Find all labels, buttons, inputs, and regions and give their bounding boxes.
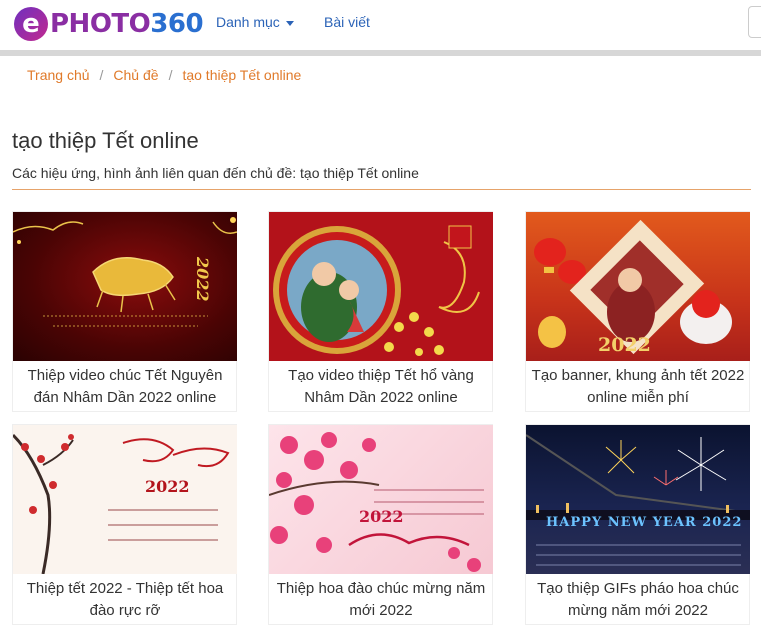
- nav-posts-link[interactable]: Bài viết: [324, 14, 370, 30]
- logo-text-number: 360: [150, 9, 204, 39]
- breadcrumb-separator: /: [168, 67, 173, 83]
- logo-text: PHOTO360: [50, 9, 204, 39]
- caret-down-icon: [285, 20, 294, 26]
- effect-card[interactable]: 2022 Thiệp hoa đào chúc mừng năm mới 202…: [268, 424, 493, 625]
- navbar-border: [0, 50, 761, 56]
- page-description: Các hiệu ứng, hình ảnh liên quan đến chủ…: [12, 165, 419, 181]
- logo-e-icon: e: [14, 7, 48, 41]
- breadcrumb-topics[interactable]: Chủ đề: [113, 67, 158, 83]
- thumbnail-art-icon: [269, 432, 484, 572]
- effect-card[interactable]: 2022 Tạo banner, khung ảnh tết 2022 onli…: [525, 211, 750, 412]
- breadcrumb-current[interactable]: tạo thiệp Tết online: [182, 67, 301, 83]
- card-title[interactable]: Tạo video thiệp Tết hổ vàng Nhâm Dần 202…: [273, 365, 489, 409]
- breadcrumb: Trang chủ / Chủ đề / tạo thiệp Tết onlin…: [27, 67, 301, 83]
- nav-categories-dropdown[interactable]: Danh mục: [216, 14, 294, 30]
- thumbnail-year: 2022: [145, 477, 190, 496]
- logo-text-photo: PHOTO: [50, 9, 151, 39]
- page-title: tạo thiệp Tết online: [12, 128, 199, 153]
- thumbnail-year: 2022: [598, 334, 651, 356]
- thumbnail-art-icon: [526, 434, 750, 566]
- breadcrumb-separator: /: [99, 67, 104, 83]
- card-thumbnail[interactable]: 2022: [13, 212, 237, 361]
- breadcrumb-home[interactable]: Trang chủ: [27, 67, 90, 83]
- card-title[interactable]: Tạo thiệp GIFs pháo hoa chúc mừng năm mớ…: [530, 578, 746, 622]
- card-thumbnail[interactable]: HAPPY NEW YEAR 2022: [526, 425, 750, 574]
- effect-card[interactable]: HAPPY NEW YEAR 2022 Tạo thiệp GIFs pháo …: [525, 424, 750, 625]
- thumbnail-year: 2022: [359, 507, 404, 526]
- thumbnail-art-icon: [13, 433, 230, 574]
- card-title[interactable]: Thiệp tết 2022 - Thiệp tết hoa đào rực r…: [17, 578, 233, 622]
- card-thumbnail[interactable]: 2022: [526, 212, 750, 361]
- section-divider: [12, 189, 751, 190]
- site-logo[interactable]: e PHOTO360: [14, 6, 204, 42]
- navbar: e PHOTO360 Danh mục Bài viết: [0, 0, 761, 50]
- thumbnail-year: 2022: [193, 257, 212, 302]
- effect-card[interactable]: 2022 Thiệp tết 2022 - Thiệp tết hoa đào …: [12, 424, 237, 625]
- effect-card[interactable]: Tạo video thiệp Tết hổ vàng Nhâm Dần 202…: [268, 211, 493, 412]
- search-input[interactable]: [748, 6, 761, 38]
- card-title[interactable]: Thiệp video chúc Tết Nguyên đán Nhâm Dần…: [17, 365, 233, 409]
- nav-categories-label: Danh mục: [216, 14, 280, 30]
- card-thumbnail[interactable]: 2022: [269, 425, 493, 574]
- effect-card[interactable]: 2022 Thiệp video chúc Tết Nguyên đán Nhâ…: [12, 211, 237, 412]
- thumbnail-art-icon: [273, 225, 480, 356]
- card-title[interactable]: Thiệp hoa đào chúc mừng năm mới 2022: [273, 578, 489, 622]
- card-thumbnail[interactable]: 2022: [13, 425, 237, 574]
- card-thumbnail[interactable]: [269, 212, 493, 361]
- thumbnail-banner: HAPPY NEW YEAR 2022: [546, 515, 743, 530]
- card-title[interactable]: Tạo banner, khung ảnh tết 2022 online mi…: [530, 365, 746, 409]
